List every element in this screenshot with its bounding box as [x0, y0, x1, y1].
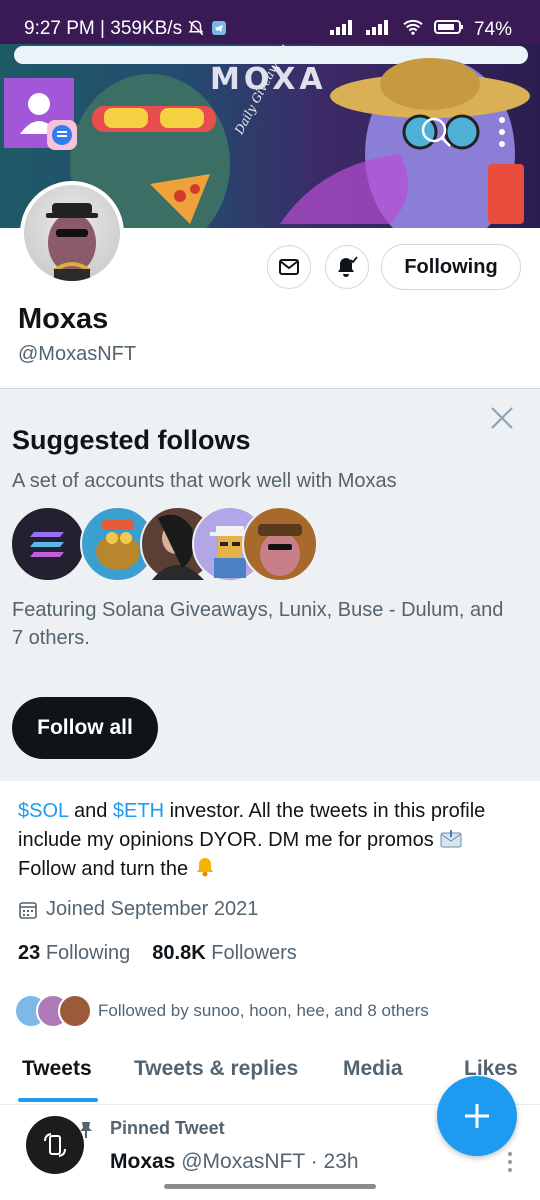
following-count: 23: [18, 942, 41, 964]
pinned-tweet-label: Pinned Tweet: [110, 1118, 225, 1138]
plus-icon: [465, 1104, 489, 1128]
tweet-author-handle: @MoxasNFT: [181, 1150, 305, 1173]
profile-handle: @MoxasNFT: [18, 343, 137, 365]
battery-level: 74%: [473, 19, 512, 40]
tweet-author: Moxas @MoxasNFT · 23h: [110, 1150, 359, 1174]
bio-text-3: Follow and turn the: [18, 858, 194, 880]
bell-check-icon: [338, 256, 358, 277]
profile-name: Moxas: [18, 303, 109, 335]
tweet-more-button[interactable]: [505, 1150, 515, 1174]
ape-avatar-art: [258, 524, 302, 576]
joined-date: Joined September 2021: [18, 898, 258, 921]
following-stat[interactable]: 23 Following: [18, 942, 130, 965]
close-icon: [491, 407, 513, 429]
suggested-follows-featuring: Featuring Solana Giveaways, Lunix, Buse …: [12, 599, 504, 649]
suggested-avatar-solana[interactable]: [10, 506, 86, 582]
bell-emoji-icon: [194, 858, 216, 880]
more-vertical-icon: [508, 1152, 512, 1172]
message-button[interactable]: [267, 245, 311, 289]
profile-avatar[interactable]: [20, 181, 124, 285]
follow-stats: 23 Following 80.8K Followers: [18, 942, 297, 965]
followers-count: 80.8K: [152, 942, 206, 964]
close-suggestions-button[interactable]: [488, 404, 516, 432]
tweet-separator: ·: [310, 1150, 318, 1173]
suggested-follows-title: Suggested follows: [12, 425, 251, 455]
active-tab-indicator: [18, 1098, 98, 1102]
bio-text: and: [68, 800, 113, 822]
status-icons: 74%: [329, 18, 512, 42]
network-speed: 359KB/s: [110, 18, 183, 39]
followed-by-text: Followed by sunoo, hoon, hee, and 8 othe…: [98, 1001, 429, 1020]
home-indicator[interactable]: [164, 1184, 376, 1189]
followed-by-avatar: [58, 994, 92, 1028]
followed-by[interactable]: Followed by sunoo, hoon, hee, and 8 othe…: [14, 994, 429, 1028]
joined-text: Joined September 2021: [46, 898, 259, 920]
followed-by-avatars: [14, 994, 92, 1028]
tweet-author-name[interactable]: Moxas: [110, 1150, 175, 1173]
signal-icon: [329, 19, 356, 41]
followers-label: Followers: [211, 942, 297, 964]
search-button[interactable]: [414, 110, 458, 154]
profile-bio: $SOL and $ETH investor. All the tweets i…: [18, 797, 498, 884]
clock: 9:27 PM: [24, 18, 95, 39]
mail-icon: [279, 259, 299, 275]
followers-stat[interactable]: 80.8K Followers: [152, 942, 297, 965]
calendar-icon: [19, 901, 37, 919]
wifi-icon: [402, 18, 424, 42]
suggested-avatar-5[interactable]: [242, 506, 318, 582]
notifications-button[interactable]: [325, 245, 369, 289]
envelope-icon: [439, 829, 463, 851]
bio-tag-eth[interactable]: $ETH: [113, 800, 164, 822]
following-button[interactable]: Following: [381, 244, 521, 290]
signal-icon-2: [365, 19, 392, 41]
more-options-button[interactable]: [480, 110, 524, 154]
follow-all-button[interactable]: Follow all: [12, 697, 158, 759]
avatar-art: [46, 203, 98, 281]
tab-tweets-replies[interactable]: Tweets & replies: [134, 1057, 298, 1081]
tab-media[interactable]: Media: [343, 1057, 403, 1081]
status-time: 9:27 PM | 359KB/s: [24, 18, 227, 40]
battery-icon: [433, 19, 464, 41]
telegram-icon: [211, 18, 227, 39]
following-label: Following: [45, 942, 131, 964]
mute-bell-icon: [187, 18, 210, 39]
solana-icon: [30, 532, 64, 557]
tab-tweets[interactable]: Tweets: [22, 1057, 92, 1081]
suggested-follows-description: A set of accounts that work well with Mo…: [12, 470, 397, 492]
compose-tweet-button[interactable]: [437, 1076, 517, 1156]
rotate-icon: [44, 1133, 66, 1157]
rotate-screen-button[interactable]: [26, 1116, 84, 1174]
tweet-time: 23h: [323, 1150, 359, 1173]
message-badge-icon: [47, 120, 77, 150]
bio-tag-sol[interactable]: $SOL: [18, 800, 68, 822]
